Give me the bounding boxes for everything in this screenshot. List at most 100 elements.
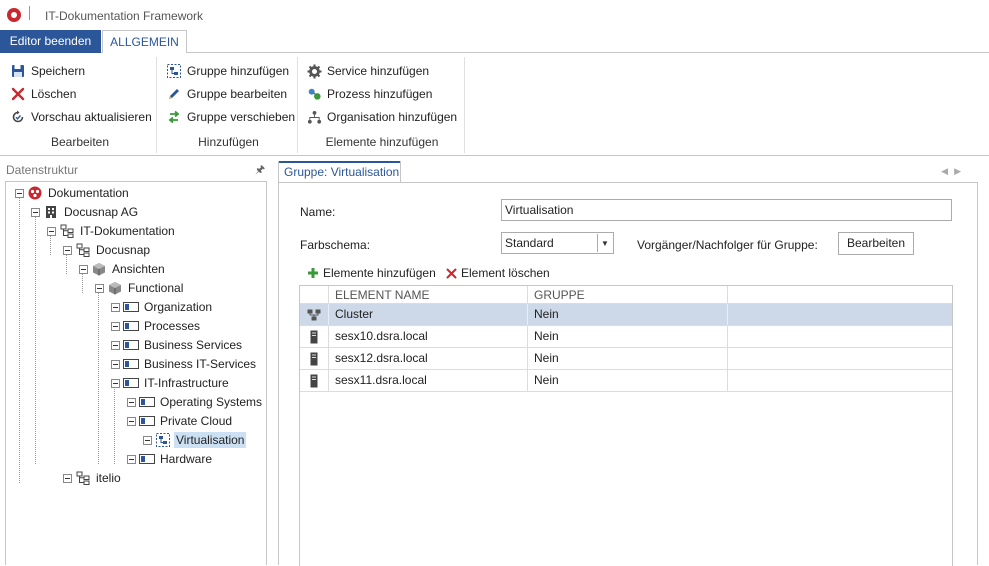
title-separator: [29, 6, 30, 20]
tree-item-business-it-services[interactable]: Business IT-Services: [111, 355, 258, 373]
refresh-label: Vorschau aktualisieren: [31, 110, 152, 124]
collapse-toggle[interactable]: [63, 245, 72, 255]
collapse-toggle[interactable]: [15, 188, 24, 198]
pin-icon[interactable]: 🖈: [255, 161, 265, 180]
add-organization-button[interactable]: Organisation hinzufügen: [306, 107, 457, 127]
cube-icon: [91, 261, 107, 277]
move-group-button[interactable]: Gruppe verschieben: [166, 107, 295, 127]
editor-exit-tab[interactable]: Editor beenden: [0, 30, 101, 53]
tree-item-processes[interactable]: Processes: [111, 317, 202, 335]
tree-item-itelio[interactable]: itelio: [63, 469, 123, 487]
tree-view[interactable]: Dokumentation Docusnap AG IT-Dokumentati…: [5, 181, 267, 565]
delete-button[interactable]: Löschen: [10, 84, 76, 104]
tree-item-dokumentation[interactable]: Dokumentation: [15, 184, 131, 202]
tab-group-virtualisation[interactable]: Gruppe: Virtualisation: [278, 161, 401, 182]
tree-item-operating-systems[interactable]: Operating Systems: [127, 393, 264, 411]
collapse-toggle[interactable]: [63, 473, 72, 483]
tree-item-organization[interactable]: Organization: [111, 298, 214, 316]
tree-item-private-cloud[interactable]: Private Cloud: [127, 412, 234, 430]
chevron-down-icon[interactable]: ▼: [597, 234, 612, 252]
table-row[interactable]: Cluster Nein: [300, 304, 952, 326]
hierarchy-icon: [75, 470, 91, 486]
collapse-toggle[interactable]: [111, 321, 120, 331]
row-empty: [728, 348, 952, 369]
add-elements-label: Elemente hinzufügen: [323, 266, 436, 280]
tree-item-label: Business Services: [144, 338, 243, 352]
tree-item-docusnap-ag[interactable]: Docusnap AG: [31, 203, 140, 221]
add-group-icon: [166, 63, 182, 79]
tab-general[interactable]: ALLGEMEIN: [102, 30, 187, 54]
collapse-toggle[interactable]: [111, 378, 120, 388]
tree-item-hardware[interactable]: Hardware: [127, 450, 214, 468]
group-editor-panel: Gruppe: Virtualisation ◀▶ Name: Farbsche…: [278, 157, 989, 566]
add-process-button[interactable]: Prozess hinzufügen: [306, 84, 432, 104]
tree-item-label: Functional: [128, 281, 184, 295]
refresh-icon: [10, 109, 26, 125]
collapse-toggle[interactable]: [127, 397, 136, 407]
row-group: Nein: [528, 326, 728, 347]
save-label: Speichern: [31, 64, 86, 78]
collapse-toggle[interactable]: [111, 302, 120, 312]
delete-element-button[interactable]: Element löschen: [444, 264, 550, 282]
collapse-toggle[interactable]: [79, 264, 88, 274]
tree-item-label: Ansichten: [112, 262, 165, 276]
tree-item-docusnap[interactable]: Docusnap: [63, 241, 152, 259]
group-dashed-icon: [155, 432, 171, 448]
group-box-icon: [123, 318, 139, 334]
tree-item-it-infrastructure[interactable]: IT-Infrastructure: [111, 374, 231, 392]
name-input[interactable]: [501, 199, 952, 221]
ribbon-group-add: Gruppe hinzufügen Gruppe bearbeiten Grup…: [160, 57, 298, 153]
tree-item-ansichten[interactable]: Ansichten: [79, 260, 167, 278]
row-group: Nein: [528, 348, 728, 369]
save-button[interactable]: Speichern: [10, 61, 85, 81]
tree-item-label: Docusnap: [96, 243, 151, 257]
edit-icon: [166, 86, 182, 102]
color-scheme-label: Farbschema:: [300, 238, 371, 252]
add-group-button[interactable]: Gruppe hinzufügen: [166, 61, 289, 81]
window-title: IT-Dokumentation Framework: [45, 9, 204, 23]
row-group: Nein: [528, 370, 728, 391]
ribbon-group-add-elements: Service hinzufügen Prozess hinzufügen Or…: [300, 57, 465, 153]
app-logo-icon: [7, 8, 21, 22]
collapse-toggle[interactable]: [111, 340, 120, 350]
table-row[interactable]: sesx10.dsra.local Nein: [300, 326, 952, 348]
row-element-name: sesx12.dsra.local: [329, 348, 528, 369]
color-scheme-select[interactable]: Standard ▼: [501, 232, 614, 254]
building-icon: [43, 204, 59, 220]
group-box-icon: [123, 337, 139, 353]
plus-icon: [306, 266, 320, 280]
ribbon-group-label-edit: Bearbeiten: [50, 135, 110, 149]
tree-item-virtualisation[interactable]: Virtualisation: [143, 431, 247, 449]
column-header-group[interactable]: GRUPPE: [528, 286, 728, 303]
table-row[interactable]: sesx12.dsra.local Nein: [300, 348, 952, 370]
collapse-toggle[interactable]: [31, 207, 40, 217]
collapse-toggle[interactable]: [95, 283, 104, 293]
refresh-preview-button[interactable]: Vorschau aktualisieren: [10, 107, 152, 127]
add-elements-button[interactable]: Elemente hinzufügen: [306, 264, 436, 282]
header-icon-col: [300, 286, 329, 303]
collapse-toggle[interactable]: [143, 435, 152, 445]
row-element-name: sesx10.dsra.local: [329, 326, 528, 347]
collapse-toggle[interactable]: [111, 359, 120, 369]
color-scheme-value: Standard: [505, 236, 554, 250]
server-icon: [300, 326, 329, 347]
table-row[interactable]: sesx11.dsra.local Nein: [300, 370, 952, 392]
tab-nav-arrows-icon[interactable]: ◀▶: [941, 166, 967, 177]
tree-item-business-services[interactable]: Business Services: [111, 336, 244, 354]
collapse-toggle[interactable]: [127, 416, 136, 426]
add-service-button[interactable]: Service hinzufügen: [306, 61, 429, 81]
gear-icon: [306, 63, 322, 79]
add-group-label: Gruppe hinzufügen: [187, 64, 290, 78]
collapse-toggle[interactable]: [127, 454, 136, 464]
move-icon: [166, 109, 182, 125]
edit-group-button[interactable]: Gruppe bearbeiten: [166, 84, 287, 104]
group-box-icon: [139, 413, 155, 429]
column-header-element-name[interactable]: ELEMENT NAME: [329, 286, 528, 303]
collapse-toggle[interactable]: [47, 226, 56, 236]
tree-item-it-dokumentation[interactable]: IT-Dokumentation: [47, 222, 177, 240]
tree-item-functional[interactable]: Functional: [95, 279, 185, 297]
edit-predecessor-button[interactable]: Bearbeiten: [838, 232, 914, 255]
editor-body: Name: Farbschema: Standard ▼ Vorgänger/N…: [278, 182, 978, 566]
tree-item-label: IT-Infrastructure: [144, 376, 229, 390]
ribbon-tab-row: Editor beenden ALLGEMEIN: [0, 30, 989, 54]
